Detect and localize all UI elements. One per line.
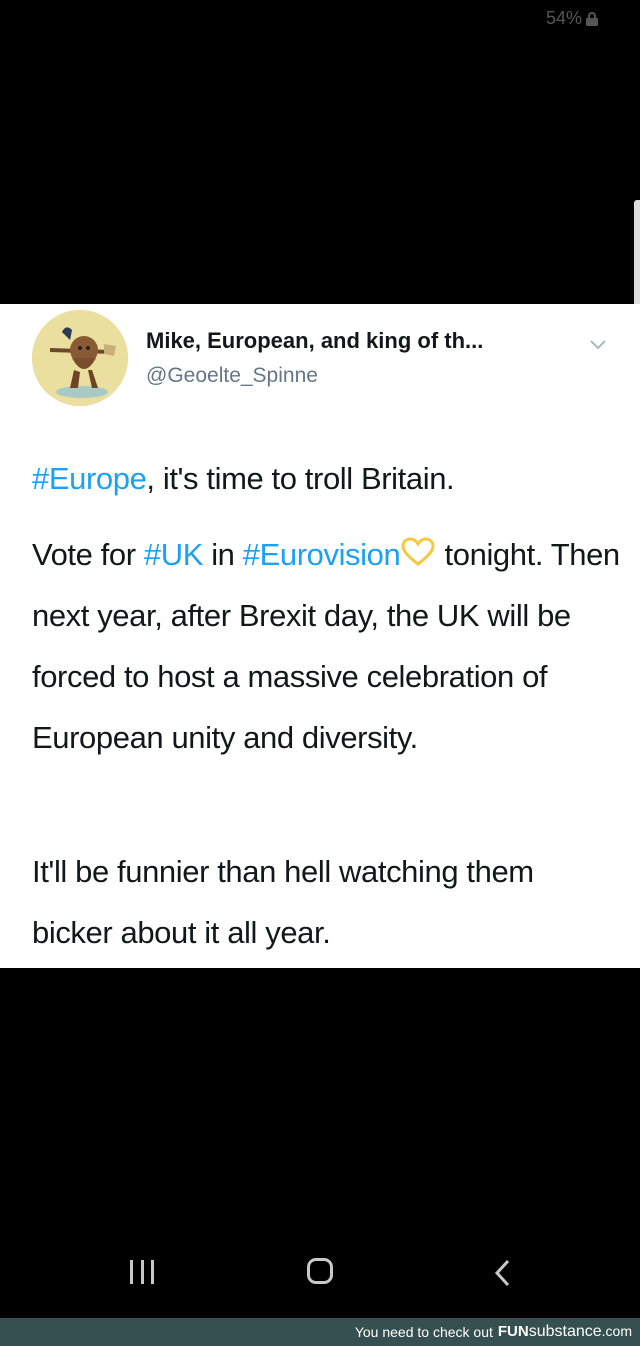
home-icon[interactable] (307, 1258, 333, 1284)
lock-icon (586, 11, 598, 26)
status-bar: 54% (546, 8, 598, 29)
user-handle[interactable]: @Geoelte_Spinne (146, 364, 318, 388)
paragraph-2-pre: Vote for (32, 537, 144, 572)
hashtag-uk[interactable]: #UK (144, 537, 204, 572)
tweet-paragraph-3: It'll be funnier than hell watching them… (32, 854, 534, 950)
footer-brand[interactable]: FUNsubstance.com (498, 1323, 632, 1341)
back-icon[interactable] (492, 1258, 514, 1288)
hashtag-eurovision[interactable]: #Eurovision (243, 537, 401, 572)
chevron-down-icon[interactable] (588, 334, 608, 354)
paragraph-2-mid: in (202, 537, 243, 572)
watermark-footer: You need to check out FUNsubstance.com (0, 1318, 640, 1346)
heart-emoji-icon (401, 537, 435, 566)
tweet-paragraph-2: Vote for #UK in #Eurovision tonight. The… (32, 524, 622, 768)
avatar-image (32, 310, 128, 406)
avatar[interactable] (32, 310, 128, 406)
hashtag-europe[interactable]: #Europe (32, 461, 147, 496)
tweet-paragraph-1: #Europe, it's time to troll Britain. (32, 448, 622, 509)
recent-apps-icon[interactable] (130, 1260, 154, 1284)
battery-level: 54% (545, 8, 582, 28)
paragraph-1-text: , it's time to troll Britain. (146, 461, 455, 496)
footer-text: You need to check out (354, 1324, 493, 1340)
display-name[interactable]: Mike, European, and king of th... (146, 328, 483, 354)
